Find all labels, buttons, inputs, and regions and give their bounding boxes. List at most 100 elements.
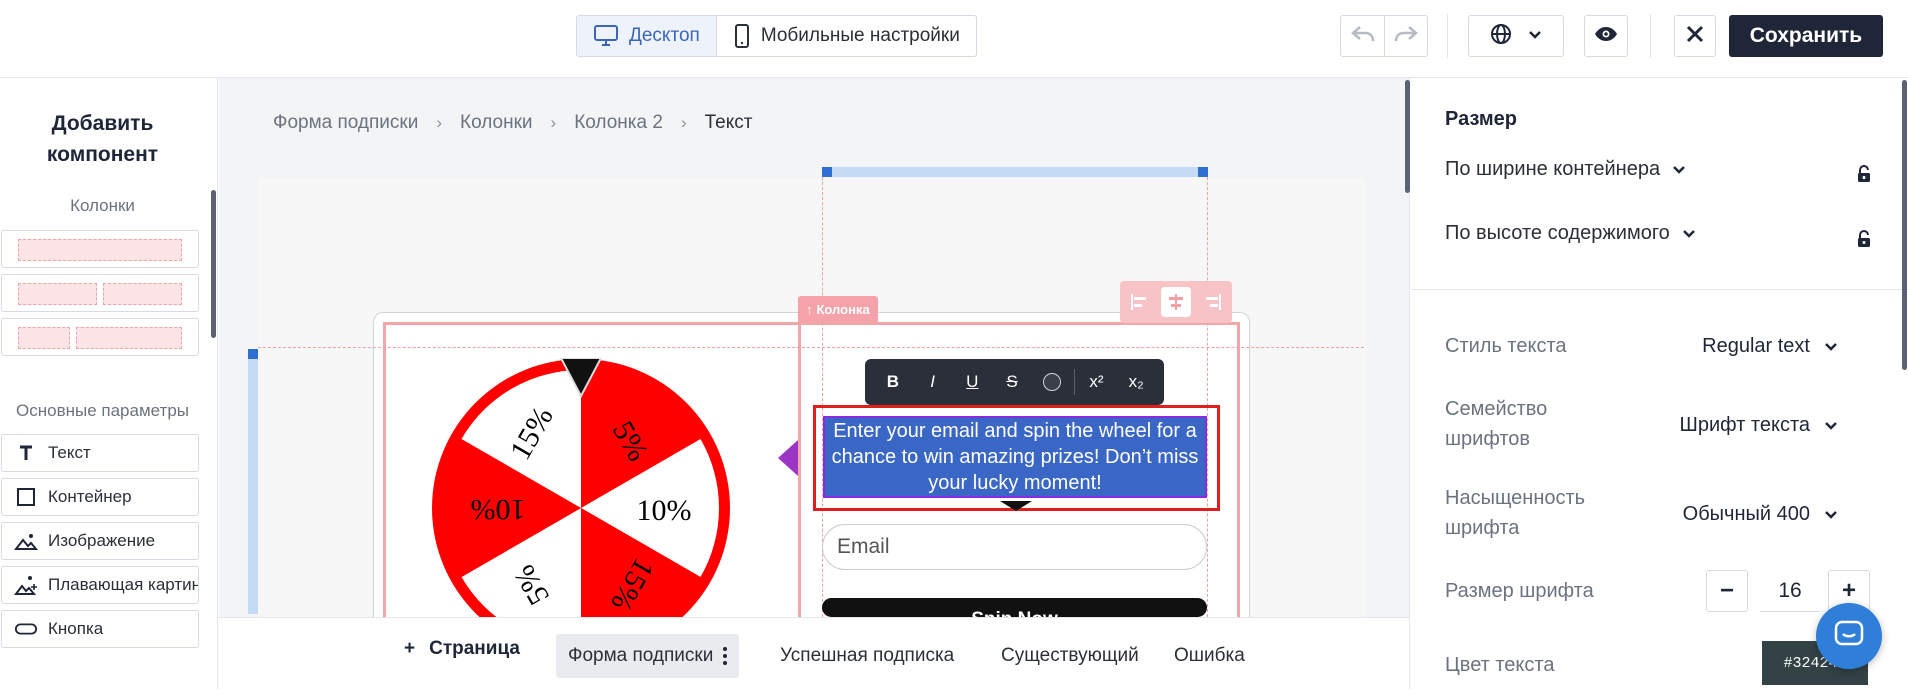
undo-button[interactable] (1340, 15, 1384, 57)
row-resize-bar[interactable] (248, 354, 258, 614)
one-third-two-thirds-layout[interactable] (1, 318, 199, 356)
top-toolbar: Десктоп Мобильные настройки Сохранить (0, 0, 1908, 78)
text-style-label: Стиль текста (1445, 335, 1567, 357)
component-button[interactable]: Кнопка (1, 610, 199, 648)
column-resize-bar[interactable] (822, 167, 1208, 177)
breadcrumb-item[interactable]: Форма подписки (273, 112, 418, 134)
chat-icon (1833, 619, 1865, 654)
bold-button[interactable]: B (873, 364, 913, 400)
preview-button[interactable] (1584, 15, 1628, 57)
spin-button[interactable]: Spin Now (822, 598, 1207, 617)
align-right-button[interactable] (1198, 287, 1228, 317)
mobile-settings-label: Мобильные настройки (760, 25, 960, 46)
strikethrough-button[interactable]: S (992, 364, 1032, 400)
component-floating-image[interactable]: Плавающая картинка (1, 566, 199, 604)
layout-cell (18, 327, 70, 349)
mobile-settings-button[interactable]: Мобильные настройки (717, 16, 976, 56)
component-label: Изображение (48, 531, 156, 550)
device-toggle: Десктоп Мобильные настройки (576, 15, 977, 57)
panel-title: Добавить компонент (46, 112, 159, 166)
resize-handle[interactable] (1198, 167, 1208, 177)
page-tab-error[interactable]: Ошибка (1162, 634, 1257, 678)
chevron-down-icon (1682, 222, 1696, 245)
email-input[interactable] (822, 524, 1207, 570)
desktop-view-button[interactable]: Десктоп (577, 16, 717, 56)
font-size-input[interactable] (1760, 570, 1820, 612)
headline-text[interactable]: Enter your email and spin the wheel for … (825, 418, 1205, 496)
font-weight-label: Насыщенность шрифта (1445, 487, 1586, 539)
color-circle-icon (1042, 373, 1061, 391)
column-tag[interactable]: ↑ Колонка (798, 296, 878, 322)
chevron-down-icon (1824, 335, 1838, 358)
prize-wheel-graphic: 5% 10% 15% 5% 10% 15% (432, 358, 730, 617)
redo-button[interactable] (1384, 15, 1428, 57)
wheel-label: 10% (471, 493, 526, 526)
container-icon (14, 487, 38, 507)
italic-button[interactable]: I (913, 364, 953, 400)
prize-wheel: 5% 10% 15% 5% 10% 15% (432, 358, 732, 623)
close-button[interactable] (1674, 15, 1716, 57)
floating-image-icon (14, 574, 38, 596)
close-icon (1686, 25, 1704, 48)
height-mode-dropdown[interactable]: По высоте содержимого (1445, 222, 1696, 245)
two-column-layout[interactable] (1, 274, 199, 312)
left-panel-scrollbar[interactable] (211, 190, 216, 338)
drag-handle[interactable] (778, 440, 798, 476)
lock-icon[interactable] (1856, 229, 1872, 254)
phone-icon (733, 24, 751, 48)
toolbar-pointer (1000, 501, 1032, 511)
align-left-button[interactable] (1124, 287, 1154, 317)
breadcrumb-item[interactable]: Колонки (460, 112, 533, 134)
guide-line (258, 347, 1364, 348)
properties-panel: Размер По ширине контейнера По высоте со… (1409, 78, 1908, 689)
plus-icon: + (1841, 577, 1856, 604)
underline-button[interactable]: U (952, 364, 992, 400)
columns-section-label: Колонки (70, 196, 135, 215)
resize-handle[interactable] (822, 167, 832, 177)
font-family-dropdown[interactable]: Шрифт текста (1680, 414, 1838, 437)
page-tab-existing[interactable]: Существующий (989, 634, 1151, 678)
chevron-down-icon (1528, 27, 1542, 45)
chevron-right-icon: › (550, 113, 557, 132)
font-weight-dropdown[interactable]: Обычный 400 (1683, 503, 1838, 526)
chevron-down-icon (1672, 158, 1686, 181)
component-image[interactable]: Изображение (1, 522, 199, 560)
layout-cell (75, 327, 182, 349)
language-dropdown[interactable] (1468, 15, 1564, 57)
page-tab-subscription-form[interactable]: Форма подписки (556, 634, 740, 678)
panel-scrollbar[interactable] (1902, 80, 1907, 370)
panel-scrollbar[interactable] (1405, 80, 1410, 193)
align-center-button[interactable] (1160, 287, 1191, 317)
undo-icon (1350, 24, 1376, 49)
component-container[interactable]: Контейнер (1, 478, 199, 516)
lock-icon[interactable] (1856, 164, 1872, 189)
add-component-panel: Добавить компонент Колонки Основные пара… (0, 78, 218, 689)
kebab-menu-icon[interactable] (723, 647, 728, 665)
width-mode-dropdown[interactable]: По ширине контейнера (1445, 158, 1686, 181)
wheel-label: 10% (637, 494, 692, 527)
component-text[interactable]: Текст (1, 434, 199, 472)
support-chat-button[interactable] (1816, 603, 1882, 669)
alignment-controls (1120, 281, 1232, 323)
add-page-button[interactable]: + Страница (404, 638, 520, 660)
headline-text-block[interactable]: Enter your email and spin the wheel for … (823, 416, 1207, 498)
text-style-dropdown[interactable]: Regular text (1702, 335, 1838, 358)
one-column-layout[interactable] (1, 230, 199, 268)
text-color-button[interactable] (1032, 364, 1072, 400)
chevron-right-icon: › (436, 113, 443, 132)
subscript-button[interactable]: x₂ (1116, 364, 1156, 400)
chevron-down-icon (1824, 503, 1838, 526)
plus-icon: + (404, 638, 416, 659)
font-size-decrease-button[interactable]: − (1706, 570, 1748, 612)
save-button[interactable]: Сохранить (1729, 15, 1883, 57)
page-tab-success[interactable]: Успешная подписка (768, 634, 966, 678)
resize-handle[interactable] (248, 349, 258, 359)
toolbar-divider (1650, 14, 1651, 58)
chevron-down-icon (1824, 414, 1838, 437)
text-color-label: Цвет текста (1445, 654, 1555, 676)
toolbar-divider (1447, 14, 1448, 58)
superscript-button[interactable]: x² (1077, 364, 1117, 400)
breadcrumb-current: Текст (704, 112, 753, 133)
breadcrumb-item[interactable]: Колонка 2 (574, 112, 663, 134)
section-divider (1411, 289, 1908, 290)
